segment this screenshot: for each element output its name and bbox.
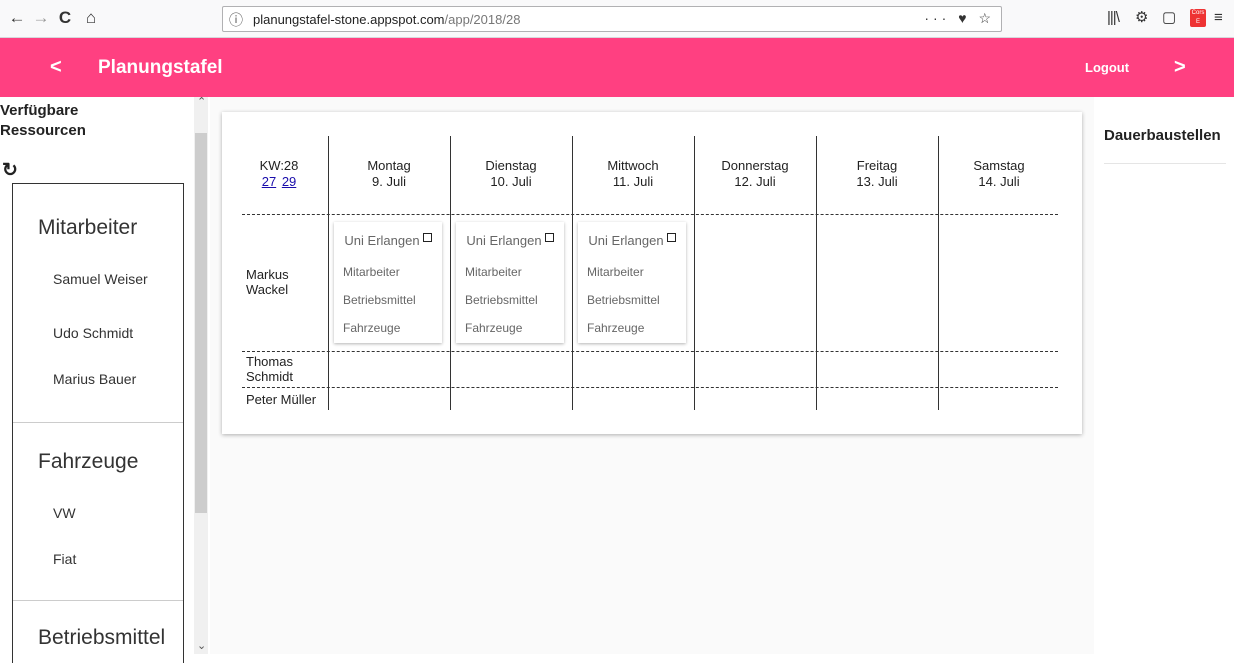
- day-name: Donnerstag: [721, 158, 789, 173]
- sidebar-toggle-icon[interactable]: ▢: [1162, 8, 1176, 28]
- week-label: KW:28: [259, 158, 299, 173]
- scroll-thumb[interactable]: [195, 133, 207, 513]
- resource-item[interactable]: VW: [53, 504, 153, 522]
- section-divider: [13, 600, 183, 601]
- app-title: Planungstafel: [98, 57, 223, 78]
- scroll-down-icon[interactable]: ⌄: [197, 639, 206, 652]
- grid-line: [450, 136, 451, 410]
- address-bar[interactable]: ⓘ planungstafel-stone.appspot.com/app/20…: [222, 6, 1002, 32]
- job-title-text: Uni Erlangen: [588, 233, 664, 248]
- employee-row-label: Peter Müller: [246, 392, 317, 407]
- job-slot-betriebsmittel[interactable]: Betriebsmittel: [465, 293, 538, 307]
- day-date: 11. Juli: [612, 174, 654, 189]
- prev-week-link[interactable]: 27: [262, 174, 276, 189]
- day-date: 9. Juli: [372, 174, 406, 189]
- day-header: Mittwoch 11. Juli: [572, 158, 694, 190]
- day-name: Montag: [367, 158, 411, 173]
- extension-icon[interactable]: ⚙: [1135, 8, 1148, 28]
- job-title[interactable]: Uni Erlangen: [334, 233, 442, 248]
- external-link-icon[interactable]: [544, 233, 554, 242]
- next-week-link[interactable]: 29: [282, 174, 296, 189]
- employee-row-label: Thomas Schmidt: [246, 354, 293, 384]
- day-header: Samstag 14. Juli: [938, 158, 1060, 190]
- job-slot-mitarbeiter[interactable]: Mitarbeiter: [587, 265, 644, 279]
- right-panel: Dauerbaustellen: [1094, 97, 1234, 654]
- sidebar-scrollbar[interactable]: ⌃ ⌄: [194, 95, 208, 654]
- resource-item[interactable]: Udo Schmidt: [53, 324, 153, 342]
- day-date: 10. Juli: [490, 174, 532, 189]
- job-slot-fahrzeuge[interactable]: Fahrzeuge: [587, 321, 644, 335]
- browser-back-icon[interactable]: ←: [6, 7, 28, 29]
- grid-line: [572, 136, 573, 410]
- section-title-betriebsmittel: Betriebsmittel: [38, 626, 166, 649]
- resources-list: Mitarbeiter Samuel Weiser Udo Schmidt Ma…: [12, 183, 184, 663]
- job-slot-betriebsmittel[interactable]: Betriebsmittel: [587, 293, 660, 307]
- section-title-mitarbeiter: Mitarbeiter: [38, 216, 138, 239]
- grid-line: [938, 136, 939, 410]
- browser-forward-icon[interactable]: →: [30, 7, 52, 29]
- job-card[interactable]: Uni Erlangen Mitarbeiter Betriebsmittel …: [578, 222, 686, 343]
- browser-reload-icon[interactable]: C: [54, 7, 76, 29]
- week-header: KW:28 27 29: [218, 158, 340, 190]
- day-name: Dienstag: [485, 158, 537, 173]
- job-title[interactable]: Uni Erlangen: [456, 233, 564, 248]
- address-text[interactable]: planungstafel-stone.appspot.com/app/2018…: [253, 12, 520, 27]
- refresh-icon[interactable]: ↻: [2, 159, 18, 182]
- resource-item[interactable]: Fiat: [53, 550, 153, 568]
- day-name: Freitag: [856, 158, 898, 173]
- external-link-icon[interactable]: [422, 233, 432, 242]
- day-header: Freitag 13. Juli: [816, 158, 938, 190]
- job-slot-mitarbeiter[interactable]: Mitarbeiter: [465, 265, 522, 279]
- resources-sidebar: Verfügbare Ressourcen ↻ Mitarbeiter Samu…: [0, 95, 210, 663]
- day-date: 13. Juli: [856, 174, 898, 189]
- section-title-fahrzeuge: Fahrzeuge: [38, 450, 139, 473]
- external-link-icon[interactable]: [666, 233, 676, 242]
- page-actions-icon[interactable]: ··· ♥ ☆: [924, 10, 995, 27]
- row-divider: [242, 387, 1058, 388]
- resources-title: Verfügbare Ressourcen: [0, 102, 86, 139]
- job-card[interactable]: Uni Erlangen Mitarbeiter Betriebsmittel …: [456, 222, 564, 343]
- day-name: Mittwoch: [607, 158, 659, 173]
- browser-toolbar: ← → C ⌂ ⓘ planungstafel-stone.appspot.co…: [0, 0, 1234, 38]
- row-divider: [242, 214, 1058, 215]
- day-header: Dienstag 10. Juli: [450, 158, 572, 190]
- app-header: < Planungstafel Logout >: [0, 38, 1234, 97]
- job-title-text: Uni Erlangen: [344, 233, 420, 248]
- day-header: Donnerstag 12. Juli: [694, 158, 816, 190]
- grid-line: [328, 136, 329, 410]
- panel-divider: [1104, 163, 1226, 164]
- long-term-sites-title: Dauerbaustellen: [1104, 127, 1221, 144]
- site-info-icon[interactable]: ⓘ: [229, 10, 243, 30]
- cors-extension-icon[interactable]: Cors E: [1190, 9, 1206, 27]
- url-path: /app/2018/28: [444, 12, 521, 27]
- employee-row-label: Markus Wackel: [246, 267, 289, 297]
- resource-item[interactable]: Marius Bauer: [53, 370, 153, 388]
- url-host: planungstafel-stone.appspot.com: [253, 12, 445, 27]
- job-slot-betriebsmittel[interactable]: Betriebsmittel: [343, 293, 416, 307]
- job-title[interactable]: Uni Erlangen: [578, 233, 686, 248]
- day-header: Montag 9. Juli: [328, 158, 450, 190]
- job-card[interactable]: Uni Erlangen Mitarbeiter Betriebsmittel …: [334, 222, 442, 343]
- library-icon[interactable]: |||\: [1107, 8, 1120, 28]
- row-divider: [242, 351, 1058, 352]
- forward-button[interactable]: >: [1174, 56, 1186, 79]
- browser-home-icon[interactable]: ⌂: [80, 7, 102, 29]
- job-title-text: Uni Erlangen: [466, 233, 542, 248]
- menu-icon[interactable]: ≡: [1214, 8, 1223, 28]
- job-slot-fahrzeuge[interactable]: Fahrzeuge: [343, 321, 400, 335]
- job-slot-mitarbeiter[interactable]: Mitarbeiter: [343, 265, 400, 279]
- grid-line: [816, 136, 817, 410]
- back-button[interactable]: <: [50, 56, 62, 79]
- planning-board: KW:28 27 29 Montag 9. Juli Dienstag 10. Ju…: [222, 112, 1082, 434]
- job-slot-fahrzeuge[interactable]: Fahrzeuge: [465, 321, 522, 335]
- resource-item[interactable]: Samuel Weiser: [53, 270, 153, 288]
- day-date: 12. Juli: [734, 174, 776, 189]
- day-name: Samstag: [973, 158, 1025, 173]
- logout-button[interactable]: Logout: [1085, 60, 1129, 75]
- section-divider: [13, 422, 183, 423]
- grid-line: [694, 136, 695, 410]
- scroll-up-icon[interactable]: ⌃: [197, 95, 206, 108]
- day-date: 14. Juli: [978, 174, 1020, 189]
